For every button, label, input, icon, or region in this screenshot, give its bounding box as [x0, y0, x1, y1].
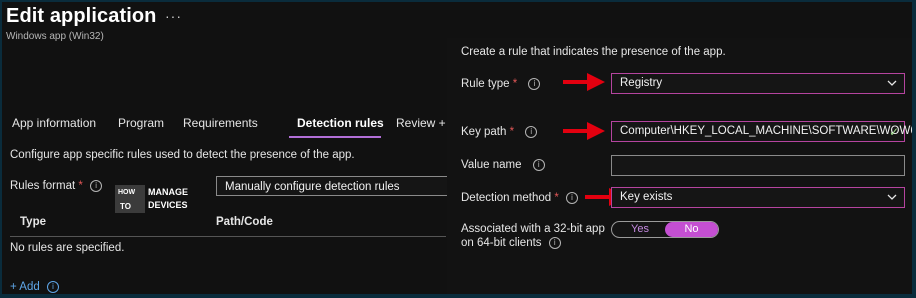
tab-detection-rules[interactable]: Detection rules	[297, 116, 384, 130]
column-header-type[interactable]: Type	[20, 216, 46, 228]
associated-32bit-toggle[interactable]: Yes No	[611, 221, 719, 238]
active-tab-indicator	[289, 136, 381, 138]
rules-format-label: Rules format * i	[10, 180, 103, 193]
info-icon[interactable]: i	[548, 237, 561, 249]
required-marker: *	[512, 78, 518, 91]
value-name-label-text: Value name	[461, 159, 522, 172]
info-icon[interactable]: i	[566, 192, 579, 204]
watermark-how: HOW	[118, 189, 136, 196]
detection-method-select[interactable]: Key exists	[611, 187, 905, 208]
info-icon[interactable]: i	[532, 159, 545, 171]
checkmark-icon: ✓	[888, 125, 899, 139]
page-title: Edit application	[6, 5, 157, 27]
tab-app-information[interactable]: App information	[12, 116, 96, 130]
watermark-manage: MANAGE	[148, 187, 188, 197]
rule-type-value: Registry	[620, 77, 663, 89]
info-icon[interactable]: i	[90, 180, 103, 192]
value-name-input[interactable]	[611, 155, 905, 176]
detection-description: Configure app specific rules used to det…	[10, 149, 355, 161]
chevron-down-icon	[887, 80, 897, 86]
tab-requirements[interactable]: Requirements	[183, 116, 258, 130]
associated-32bit-label-text: on 64-bit clients	[461, 237, 542, 250]
empty-rules-message: No rules are specified.	[10, 242, 125, 254]
required-marker: *	[78, 180, 83, 193]
associated-32bit-label-line2: on 64-bit clients i	[461, 237, 561, 249]
detection-method-value: Key exists	[620, 191, 673, 203]
red-arrow-icon	[563, 73, 605, 91]
page-subtitle: Windows app (Win32)	[6, 31, 104, 42]
rules-format-label-text: Rules format	[10, 180, 76, 193]
table-divider	[10, 236, 446, 237]
key-path-label: Key path * i	[461, 126, 538, 139]
column-header-path-code[interactable]: Path/Code	[216, 216, 273, 228]
panel-intro: Create a rule that indicates the presenc…	[461, 46, 726, 58]
watermark-devices: DEVICES	[148, 200, 188, 210]
rule-type-label: Rule type * i	[461, 78, 541, 91]
rules-format-select[interactable]: Manually configure detection rules	[216, 176, 448, 196]
watermark-to: TO	[120, 202, 131, 211]
required-marker: *	[554, 192, 559, 205]
detection-method-label: Detection method * i	[461, 192, 579, 205]
required-marker: *	[509, 126, 515, 139]
detection-rule-panel: Create a rule that indicates the presenc…	[447, 38, 912, 294]
ellipsis-icon[interactable]: ···	[165, 8, 182, 24]
info-icon[interactable]: i	[525, 126, 538, 138]
key-path-label-text: Key path	[461, 126, 507, 139]
value-name-label: Value name i	[461, 159, 545, 171]
add-rule-button[interactable]: + Add i	[10, 281, 59, 293]
associated-32bit-label-line1: Associated with a 32-bit app	[461, 223, 605, 235]
detection-method-label-text: Detection method	[461, 192, 552, 205]
toggle-no-option[interactable]: No	[665, 222, 718, 237]
chevron-down-icon	[887, 194, 897, 200]
rule-type-label-text: Rule type	[461, 78, 510, 91]
key-path-input[interactable]: Computer\HKEY_LOCAL_MACHINE\SOFTWARE\WOW…	[611, 121, 912, 142]
info-icon[interactable]: i	[46, 281, 59, 293]
info-icon[interactable]: i	[528, 78, 541, 90]
red-arrow-icon	[563, 122, 605, 140]
app-window: Edit application ··· Windows app (Win32)…	[2, 2, 912, 294]
add-rule-label: + Add	[10, 281, 40, 294]
rule-type-select[interactable]: Registry	[611, 73, 905, 94]
toggle-yes-option[interactable]: Yes	[612, 222, 668, 237]
tab-program[interactable]: Program	[118, 116, 164, 130]
key-path-value: Computer\HKEY_LOCAL_MACHINE\SOFTWARE\WOW…	[620, 125, 912, 137]
